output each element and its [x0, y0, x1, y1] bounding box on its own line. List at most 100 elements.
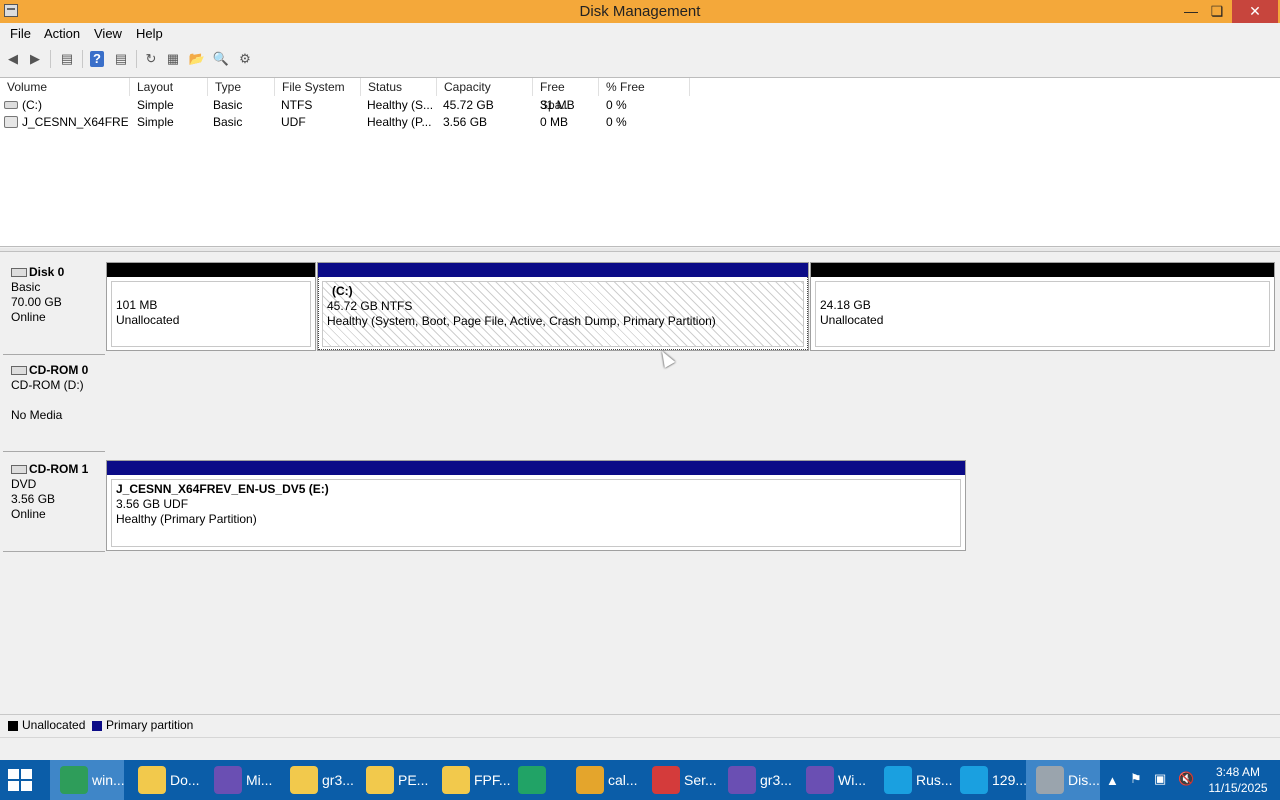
taskbar-item[interactable]: cal...	[566, 760, 640, 800]
maximize-button[interactable]: ❏	[1204, 0, 1230, 23]
column-header-capacity[interactable]: Capacity	[437, 78, 533, 96]
taskbar-item[interactable]: FPF...	[432, 760, 511, 800]
taskbar-item[interactable]	[508, 760, 562, 800]
taskbar-item[interactable]: PE...	[356, 760, 430, 800]
partition-size: 101 MB	[116, 298, 158, 312]
show-hidden-icons-icon[interactable]: ▲	[1106, 773, 1119, 800]
column-header-file-system[interactable]: File System	[275, 78, 361, 96]
settings-icon[interactable]: ⚙	[236, 50, 254, 68]
refresh-icon[interactable]: ↻	[142, 50, 160, 68]
properties-icon[interactable]: ▤	[112, 50, 130, 68]
app-icon	[960, 766, 988, 794]
column-header-free-space[interactable]: Free Spa...	[533, 78, 599, 112]
title-bar: Disk Management — ❏ ✕	[0, 0, 1280, 23]
disk-kind: Basic	[11, 280, 41, 294]
disk-state: Online	[11, 507, 46, 521]
app-icon	[138, 766, 166, 794]
cell-free-space: 0 MB	[540, 115, 569, 129]
taskbar-item[interactable]: Dis...	[1026, 760, 1100, 800]
disk-state: Online	[11, 310, 46, 324]
disk-name: CD-ROM 0	[29, 363, 89, 377]
partition-size: 24.18 GB	[820, 298, 871, 312]
column-header-percent-free[interactable]: % Free	[599, 78, 690, 96]
disk-size: 70.00 GB	[11, 295, 62, 309]
partition-unallocated-101mb[interactable]: 101 MB Unallocated	[106, 262, 316, 351]
partition-body: 101 MB Unallocated	[111, 281, 311, 347]
app-icon	[366, 766, 394, 794]
app-icon	[290, 766, 318, 794]
cdrom-1-label[interactable]: CD-ROM 1 DVD 3.56 GB Online	[3, 455, 105, 552]
toolbar-separator	[82, 50, 83, 68]
minimize-button[interactable]: —	[1178, 0, 1204, 23]
cell-status: Healthy (P...	[367, 115, 432, 129]
taskbar-item[interactable]: Do...	[128, 760, 202, 800]
taskbar-item-label: Mi...	[246, 772, 273, 788]
taskbar-item[interactable]: Rus...	[874, 760, 953, 800]
taskbar-item-label: Rus...	[916, 772, 953, 788]
legend-label-unallocated: Unallocated	[22, 718, 86, 732]
back-arrow-icon[interactable]: ◀	[4, 50, 22, 68]
network-icon[interactable]: ▣	[1154, 771, 1166, 800]
menu-help[interactable]: Help	[136, 26, 163, 41]
rescan-icon[interactable]: ▦	[164, 50, 182, 68]
taskbar-item-label: cal...	[608, 772, 638, 788]
partition-size: 45.72 GB NTFS	[327, 299, 413, 313]
menu-view[interactable]: View	[94, 26, 122, 41]
toolbar-separator	[50, 50, 51, 68]
app-icon	[1036, 766, 1064, 794]
open-folder-icon[interactable]: 📂	[188, 50, 206, 68]
app-icon	[60, 766, 88, 794]
partition-c-drive[interactable]: (C:) 45.72 GB NTFS Healthy (System, Boot…	[317, 262, 809, 351]
taskbar-clock[interactable]: 3:48 AM 11/15/2025	[1200, 764, 1276, 796]
partition-bar	[811, 263, 1274, 277]
partition-bar	[107, 263, 315, 277]
menu-action[interactable]: Action	[44, 26, 80, 41]
cell-free-space: 31 MB	[540, 98, 575, 112]
action-center-flag-icon[interactable]: ⚑	[1130, 771, 1142, 800]
toolbar: ◀ ▶ ▤ ? ▤ ↻ ▦ 📂 🔍 ⚙	[0, 44, 1280, 74]
cell-capacity: 45.72 GB	[443, 98, 494, 112]
disk-0-label[interactable]: Disk 0 Basic 70.00 GB Online	[3, 260, 105, 355]
taskbar-item[interactable]: win...	[50, 760, 125, 800]
table-row[interactable]: J_CESNN_X64FREV... Simple Basic UDF Heal…	[0, 114, 1280, 131]
cell-percent-free: 0 %	[606, 115, 627, 129]
show-hide-tree-icon[interactable]: ▤	[58, 50, 76, 68]
toolbar-separator	[136, 50, 137, 68]
help-icon[interactable]: ?	[90, 51, 104, 67]
partition-body: 24.18 GB Unallocated	[815, 281, 1270, 347]
cell-layout: Simple	[137, 115, 174, 129]
taskbar-item[interactable]: gr3...	[280, 760, 354, 800]
start-windows-icon[interactable]	[8, 769, 32, 791]
search-icon[interactable]: 🔍	[212, 50, 230, 68]
taskbar-item[interactable]: Ser...	[642, 760, 717, 800]
partition-dvd-e[interactable]: J_CESNN_X64FREV_EN-US_DV5 (E:) 3.56 GB U…	[106, 460, 966, 551]
menu-file[interactable]: File	[10, 26, 31, 41]
taskbar-item[interactable]: gr3...	[718, 760, 792, 800]
window-title: Disk Management	[579, 3, 701, 20]
volume-muted-icon[interactable]: 🔇	[1178, 771, 1194, 800]
taskbar-item-label: Do...	[170, 772, 200, 788]
column-header-volume[interactable]: Volume	[0, 78, 130, 96]
app-icon	[214, 766, 242, 794]
disk-name: CD-ROM 1	[29, 462, 89, 476]
cdrom-0-label[interactable]: CD-ROM 0 CD-ROM (D:) No Media	[3, 356, 105, 452]
close-button[interactable]: ✕	[1232, 0, 1278, 23]
clock-date: 11/15/2025	[1208, 781, 1268, 795]
partition-body: (C:) 45.72 GB NTFS Healthy (System, Boot…	[322, 281, 804, 347]
volume-list: Volume Layout Type File System Status Ca…	[0, 77, 1280, 247]
app-icon	[576, 766, 604, 794]
column-header-layout[interactable]: Layout	[130, 78, 208, 96]
table-row[interactable]: (C:) Simple Basic NTFS Healthy (S... 45.…	[0, 97, 1280, 114]
disk-state: No Media	[11, 408, 63, 422]
partition-unallocated-24gb[interactable]: 24.18 GB Unallocated	[810, 262, 1275, 351]
column-header-status[interactable]: Status	[361, 78, 437, 96]
status-bar	[0, 737, 1280, 760]
taskbar-item-label: PE...	[398, 772, 429, 788]
taskbar-item[interactable]: Wi...	[796, 760, 870, 800]
taskbar-item[interactable]: 129...	[950, 760, 1027, 800]
forward-arrow-icon[interactable]: ▶	[26, 50, 44, 68]
column-header-type[interactable]: Type	[208, 78, 275, 96]
taskbar-item[interactable]: Mi...	[204, 760, 278, 800]
partition-title: (C:)	[332, 284, 353, 298]
disk-graphical-view: Disk 0 Basic 70.00 GB Online 101 MB Unal…	[0, 252, 1280, 714]
